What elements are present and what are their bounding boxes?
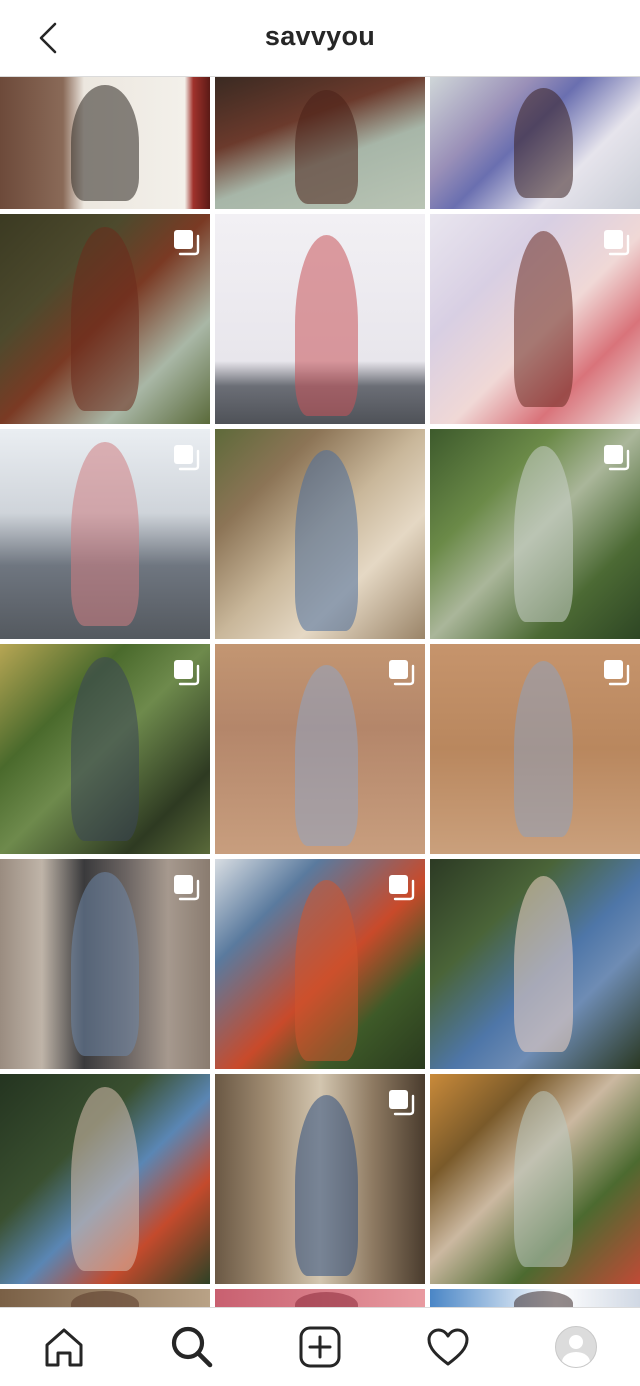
post-photo (0, 1074, 210, 1284)
profile-username-title: savvyou (264, 21, 376, 51)
carousel-indicator-icon (174, 875, 200, 901)
carousel-indicator-icon (174, 230, 200, 256)
post-thumbnail[interactable] (0, 859, 210, 1069)
post-photo (215, 77, 425, 209)
nav-search-button[interactable] (160, 1315, 224, 1379)
photo-subject (294, 880, 358, 1061)
post-thumbnail[interactable] (430, 429, 640, 639)
carousel-indicator-icon (604, 230, 630, 256)
photo-subject (294, 90, 358, 204)
post-thumbnail[interactable] (430, 77, 640, 209)
heart-icon (427, 1328, 469, 1366)
post-thumbnail[interactable] (0, 429, 210, 639)
avatar-icon (555, 1326, 597, 1368)
carousel-indicator-icon (174, 445, 200, 471)
post-photo (0, 77, 210, 209)
search-icon (171, 1326, 213, 1368)
nav-activity-button[interactable] (416, 1315, 480, 1379)
carousel-indicator-icon (174, 660, 200, 686)
photo-subject (294, 235, 358, 416)
post-photo (215, 429, 425, 639)
app-root: savvyou (0, 0, 640, 1386)
carousel-indicator-icon (604, 445, 630, 471)
post-thumbnail[interactable] (430, 214, 640, 424)
post-thumbnail[interactable] (0, 214, 210, 424)
nav-new-post-button[interactable] (288, 1315, 352, 1379)
plus-square-icon (299, 1326, 341, 1368)
post-thumbnail[interactable] (215, 214, 425, 424)
post-thumbnail[interactable] (430, 1074, 640, 1284)
carousel-indicator-icon (604, 660, 630, 686)
post-thumbnail[interactable] (0, 77, 210, 209)
top-bar: savvyou (0, 0, 640, 77)
post-photo (215, 214, 425, 424)
post-thumbnail[interactable] (215, 77, 425, 209)
posts-grid (0, 77, 640, 1319)
nav-profile-button[interactable] (544, 1315, 608, 1379)
post-thumbnail[interactable] (215, 859, 425, 1069)
nav-home-button[interactable] (32, 1315, 96, 1379)
carousel-indicator-icon (389, 875, 415, 901)
photo-subject (514, 445, 573, 623)
photo-subject (294, 665, 358, 846)
post-thumbnail[interactable] (215, 644, 425, 854)
photo-subject (294, 450, 358, 631)
photo-subject (71, 656, 139, 842)
post-thumbnail[interactable] (0, 1074, 210, 1284)
home-icon (45, 1328, 83, 1367)
photo-subject (514, 230, 573, 408)
carousel-indicator-icon (389, 660, 415, 686)
photo-subject (71, 226, 139, 412)
post-thumbnail[interactable] (430, 859, 640, 1069)
photo-subject (71, 1086, 139, 1272)
post-photo (430, 77, 640, 209)
photo-subject (71, 441, 139, 627)
post-photo (430, 1074, 640, 1284)
photo-subject (71, 871, 139, 1057)
post-thumbnail[interactable] (215, 1074, 425, 1284)
photo-subject (294, 1095, 358, 1276)
photo-subject (514, 875, 573, 1053)
post-photo (430, 859, 640, 1069)
post-thumbnail[interactable] (430, 644, 640, 854)
bottom-nav (0, 1307, 640, 1386)
photo-subject (71, 84, 139, 202)
photo-subject (514, 1090, 573, 1268)
post-thumbnail[interactable] (215, 429, 425, 639)
post-thumbnail[interactable] (0, 644, 210, 854)
carousel-indicator-icon (389, 1090, 415, 1116)
photo-subject (514, 87, 573, 199)
photo-subject (514, 660, 573, 838)
